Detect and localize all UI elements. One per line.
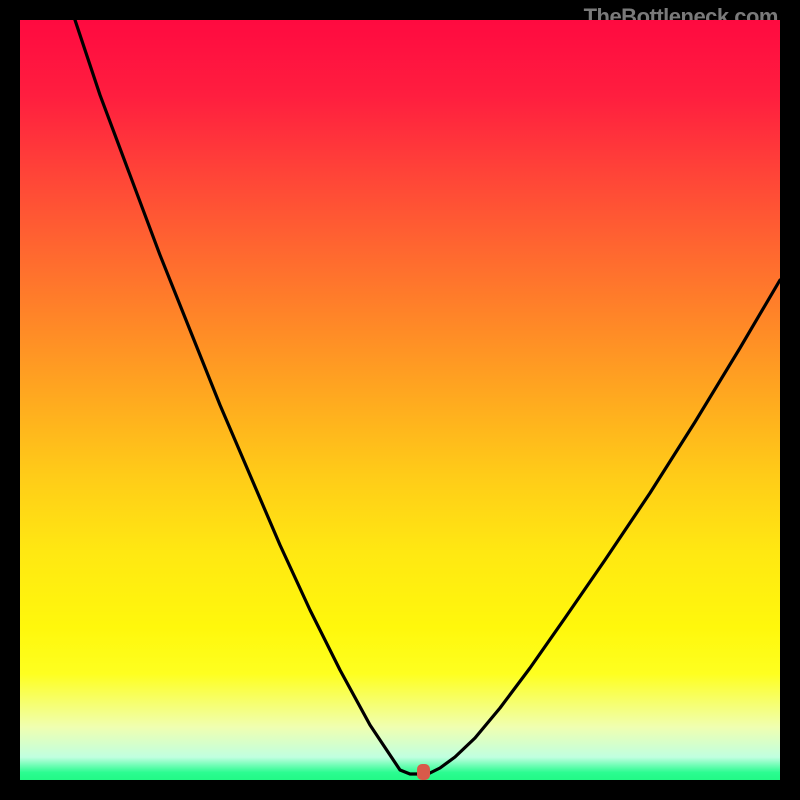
plot-area [20, 20, 780, 780]
optimal-marker [417, 764, 430, 780]
chart-container: TheBottleneck.com [0, 0, 800, 800]
curve-svg [20, 20, 780, 780]
bottleneck-curve [75, 20, 780, 774]
